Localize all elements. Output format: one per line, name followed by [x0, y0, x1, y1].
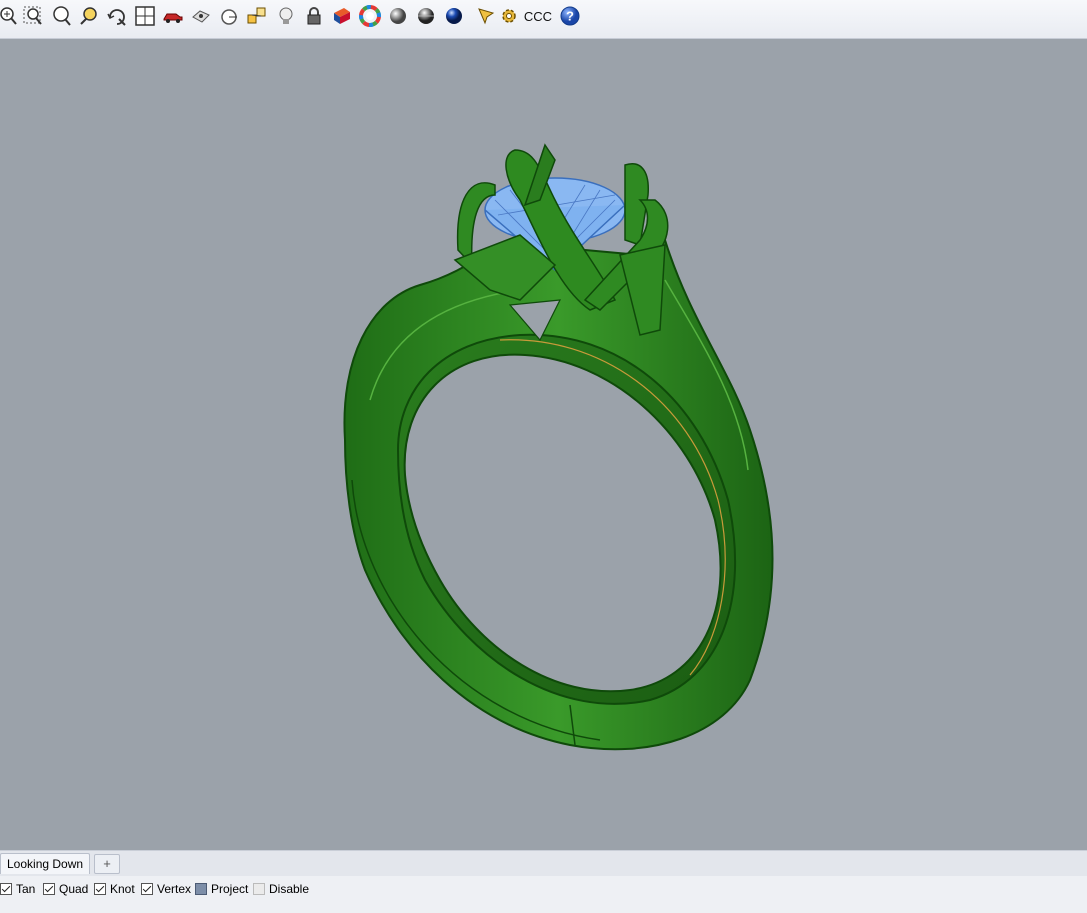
ccc-label[interactable]: CCC [523, 4, 553, 28]
osnap-label: Quad [59, 882, 89, 896]
light-bulb-icon[interactable] [274, 4, 298, 28]
material-icon[interactable] [330, 4, 354, 28]
osnap-label: Tan [16, 882, 36, 896]
zoom-dynamic-icon[interactable] [77, 4, 101, 28]
knot-checkbox[interactable] [94, 883, 106, 895]
osnap-knot[interactable]: Knot [94, 881, 135, 897]
osnap-vertex[interactable]: Vertex [141, 881, 191, 897]
osnap-tan[interactable]: Tan [0, 881, 35, 897]
viewport[interactable] [0, 39, 1087, 850]
osnap-label: Knot [110, 882, 135, 896]
color-wheel-icon[interactable] [358, 4, 382, 28]
rotate-view-icon[interactable] [105, 4, 129, 28]
osnap-label: Vertex [157, 882, 192, 896]
blue-sphere-icon[interactable] [442, 4, 466, 28]
object-snap-icon[interactable] [245, 4, 269, 28]
named-view-icon[interactable] [189, 4, 213, 28]
disable-checkbox[interactable] [253, 883, 265, 895]
ring-model [343, 143, 774, 751]
lock-icon[interactable] [302, 4, 326, 28]
help-icon[interactable]: ? [558, 4, 582, 28]
plus-icon: + [103, 856, 111, 871]
shaded-sphere-icon[interactable] [414, 4, 438, 28]
car-render-icon[interactable] [161, 4, 185, 28]
quad-checkbox[interactable] [43, 883, 55, 895]
osnap-project[interactable]: Project [195, 881, 248, 897]
tan-checkbox[interactable] [0, 883, 12, 895]
vertex-checkbox[interactable] [141, 883, 153, 895]
toolbar: CCC ? [0, 0, 1087, 39]
add-tab-button[interactable]: + [94, 854, 120, 874]
gray-sphere-icon[interactable] [386, 4, 410, 28]
svg-text:?: ? [566, 9, 574, 24]
osnap-quad[interactable]: Quad [43, 881, 88, 897]
osnap-label: Disable [269, 882, 310, 896]
tab-looking-down[interactable]: Looking Down [0, 853, 91, 874]
pointer-arrow-icon[interactable] [474, 4, 498, 28]
osnap-label: Project [211, 882, 249, 896]
osnap-bar: Tan Quad Knot Vertex Project Disable [0, 876, 1087, 913]
gear-icon[interactable] [497, 4, 521, 28]
zoom-extents-icon[interactable] [0, 4, 20, 28]
project-checkbox[interactable] [195, 883, 207, 895]
zoom-selected-icon[interactable] [49, 4, 73, 28]
four-viewports-icon[interactable] [133, 4, 157, 28]
target-icon[interactable] [217, 4, 241, 28]
zoom-window-icon[interactable] [21, 4, 45, 28]
osnap-disable[interactable]: Disable [253, 881, 309, 897]
viewport-tab-bar: Looking Down + [0, 850, 1087, 876]
